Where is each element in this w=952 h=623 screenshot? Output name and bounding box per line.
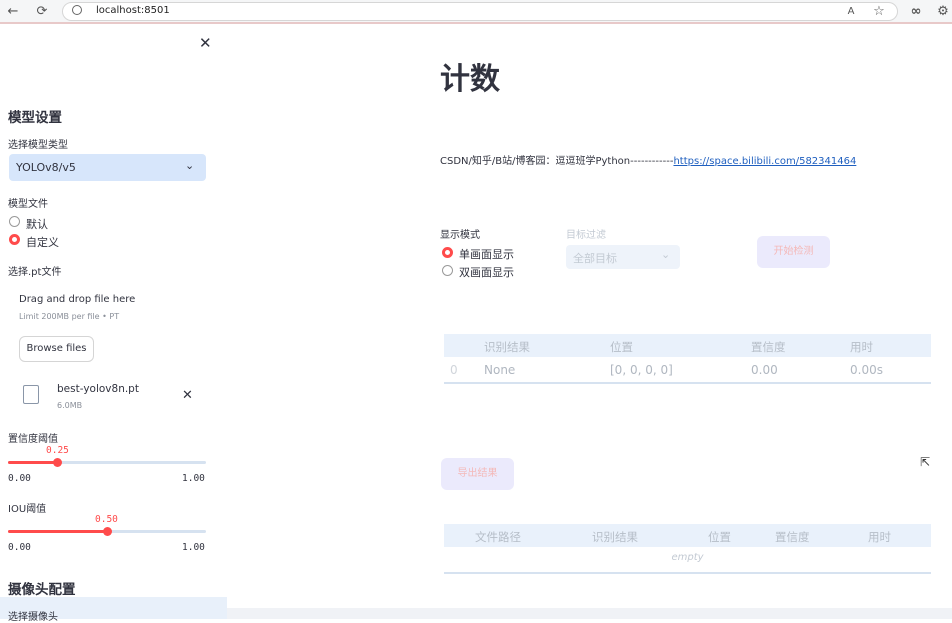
- mouse-cursor-icon: ⇱: [920, 455, 931, 469]
- model-type-select[interactable]: YOLOv8/v5 ⌄: [9, 154, 206, 181]
- read-aloud-icon[interactable]: A: [842, 3, 860, 21]
- empty-table-text: empty: [671, 552, 704, 563]
- extensions-icon[interactable]: ∞: [907, 3, 925, 21]
- info-icon[interactable]: [72, 5, 82, 15]
- column-header: 识别结果: [592, 530, 638, 544]
- cell-position: [0, 0, 0, 0]: [610, 363, 673, 377]
- file-icon: [23, 385, 39, 404]
- column-header: 位置: [708, 530, 731, 544]
- column-header: 用时: [868, 530, 891, 544]
- column-header: 置信度: [775, 530, 810, 544]
- model-type-value: YOLOv8/v5: [16, 161, 76, 174]
- file-uploader-dropzone[interactable]: Drag and drop file here Limit 200MB per …: [8, 283, 214, 373]
- start-detection-button[interactable]: 开始检测: [757, 236, 830, 268]
- favorite-star-icon[interactable]: ☆: [870, 3, 888, 21]
- radio-label: 自定义: [26, 236, 59, 249]
- radio-selected-icon: [442, 247, 453, 258]
- row-index: 0: [450, 363, 458, 377]
- iou-max: 1.00: [182, 542, 205, 553]
- bottom-scroll-area: [227, 608, 952, 619]
- settings-gear-icon[interactable]: ⚙: [934, 3, 952, 21]
- uploaded-file-name: best-yolov8n.pt: [57, 383, 139, 395]
- camera-config-heading: 摄像头配置: [8, 582, 76, 598]
- back-icon[interactable]: ←: [4, 3, 22, 21]
- reload-icon[interactable]: ⟳: [33, 3, 51, 21]
- camera-label: 选择摄像头: [8, 612, 58, 623]
- chevron-down-icon: ⌄: [661, 248, 671, 261]
- column-header: 位置: [610, 340, 633, 354]
- sidebar-close-icon[interactable]: ✕: [199, 34, 212, 52]
- radio-circle-icon: [442, 265, 453, 276]
- confidence-max: 1.00: [182, 473, 205, 484]
- target-filter-value: 全部目标: [573, 252, 617, 265]
- iou-value: 0.50: [95, 514, 118, 525]
- file-table-header: 文件路径 识别结果 位置 置信度 用时: [444, 524, 931, 547]
- file-results-table: 文件路径 识别结果 位置 置信度 用时 empty: [444, 524, 931, 574]
- uploaded-file-size: 6.0MB: [57, 401, 83, 410]
- table-row: 0 None [0, 0, 0, 0] 0.00 0.00s: [444, 357, 931, 382]
- confidence-label: 置信度阈值: [8, 434, 58, 445]
- display-mode-label: 显示模式: [440, 230, 480, 241]
- iou-label: IOU阈值: [8, 504, 47, 515]
- info-prefix: CSDN/知乎/B站/博客园：逗逗班学Python------------: [440, 156, 674, 167]
- column-header: 用时: [850, 340, 873, 354]
- confidence-slider-thumb[interactable]: [53, 458, 62, 467]
- model-file-label: 模型文件: [8, 199, 48, 210]
- browser-toolbar: ← ⟳ localhost:8501 A ☆ ∞ ⚙: [0, 0, 952, 24]
- uploader-limit-text: Limit 200MB per file • PT: [19, 312, 120, 321]
- target-filter-label: 目标过滤: [566, 230, 606, 241]
- cell-time: 0.00s: [850, 363, 883, 377]
- results-table-header: 识别结果 位置 置信度 用时: [444, 334, 931, 357]
- results-table: 识别结果 位置 置信度 用时 0 None [0, 0, 0, 0] 0.00 …: [444, 334, 931, 384]
- column-header: 置信度: [751, 340, 786, 354]
- radio-label: 默认: [26, 218, 48, 231]
- browse-files-button[interactable]: Browse files: [19, 336, 94, 362]
- iou-min: 0.00: [8, 542, 31, 553]
- pt-file-label: 选择.pt文件: [8, 267, 62, 278]
- column-header: 文件路径: [475, 530, 521, 544]
- iou-slider-fill: [8, 530, 107, 533]
- target-filter-select[interactable]: 全部目标 ⌄: [566, 245, 680, 269]
- iou-slider-thumb[interactable]: [102, 527, 112, 536]
- radio-selected-icon: [9, 234, 20, 245]
- confidence-min: 0.00: [8, 473, 31, 484]
- url-text: localhost:8501: [96, 5, 170, 16]
- uploader-drag-text: Drag and drop file here: [19, 294, 136, 305]
- export-results-button[interactable]: 导出结果: [441, 458, 514, 490]
- chevron-down-icon: ⌄: [185, 159, 195, 172]
- cell-result: None: [484, 363, 516, 377]
- column-header: 识别结果: [484, 340, 530, 354]
- model-type-label: 选择模型类型: [8, 140, 68, 151]
- address-bar[interactable]: [62, 2, 898, 21]
- remove-file-icon[interactable]: ✕: [182, 388, 193, 403]
- confidence-value: 0.25: [46, 445, 69, 456]
- page-title: 计数: [440, 62, 500, 97]
- radio-label: 单画面显示: [459, 248, 514, 261]
- info-line: CSDN/知乎/B站/博客园：逗逗班学Python------------htt…: [440, 152, 856, 167]
- confidence-slider-fill: [8, 461, 58, 464]
- cell-confidence: 0.00: [751, 363, 778, 377]
- bilibili-link[interactable]: https://space.bilibili.com/582341464: [673, 156, 856, 167]
- model-settings-heading: 模型设置: [8, 110, 62, 126]
- radio-label: 双画面显示: [459, 266, 514, 279]
- radio-circle-icon: [9, 216, 20, 227]
